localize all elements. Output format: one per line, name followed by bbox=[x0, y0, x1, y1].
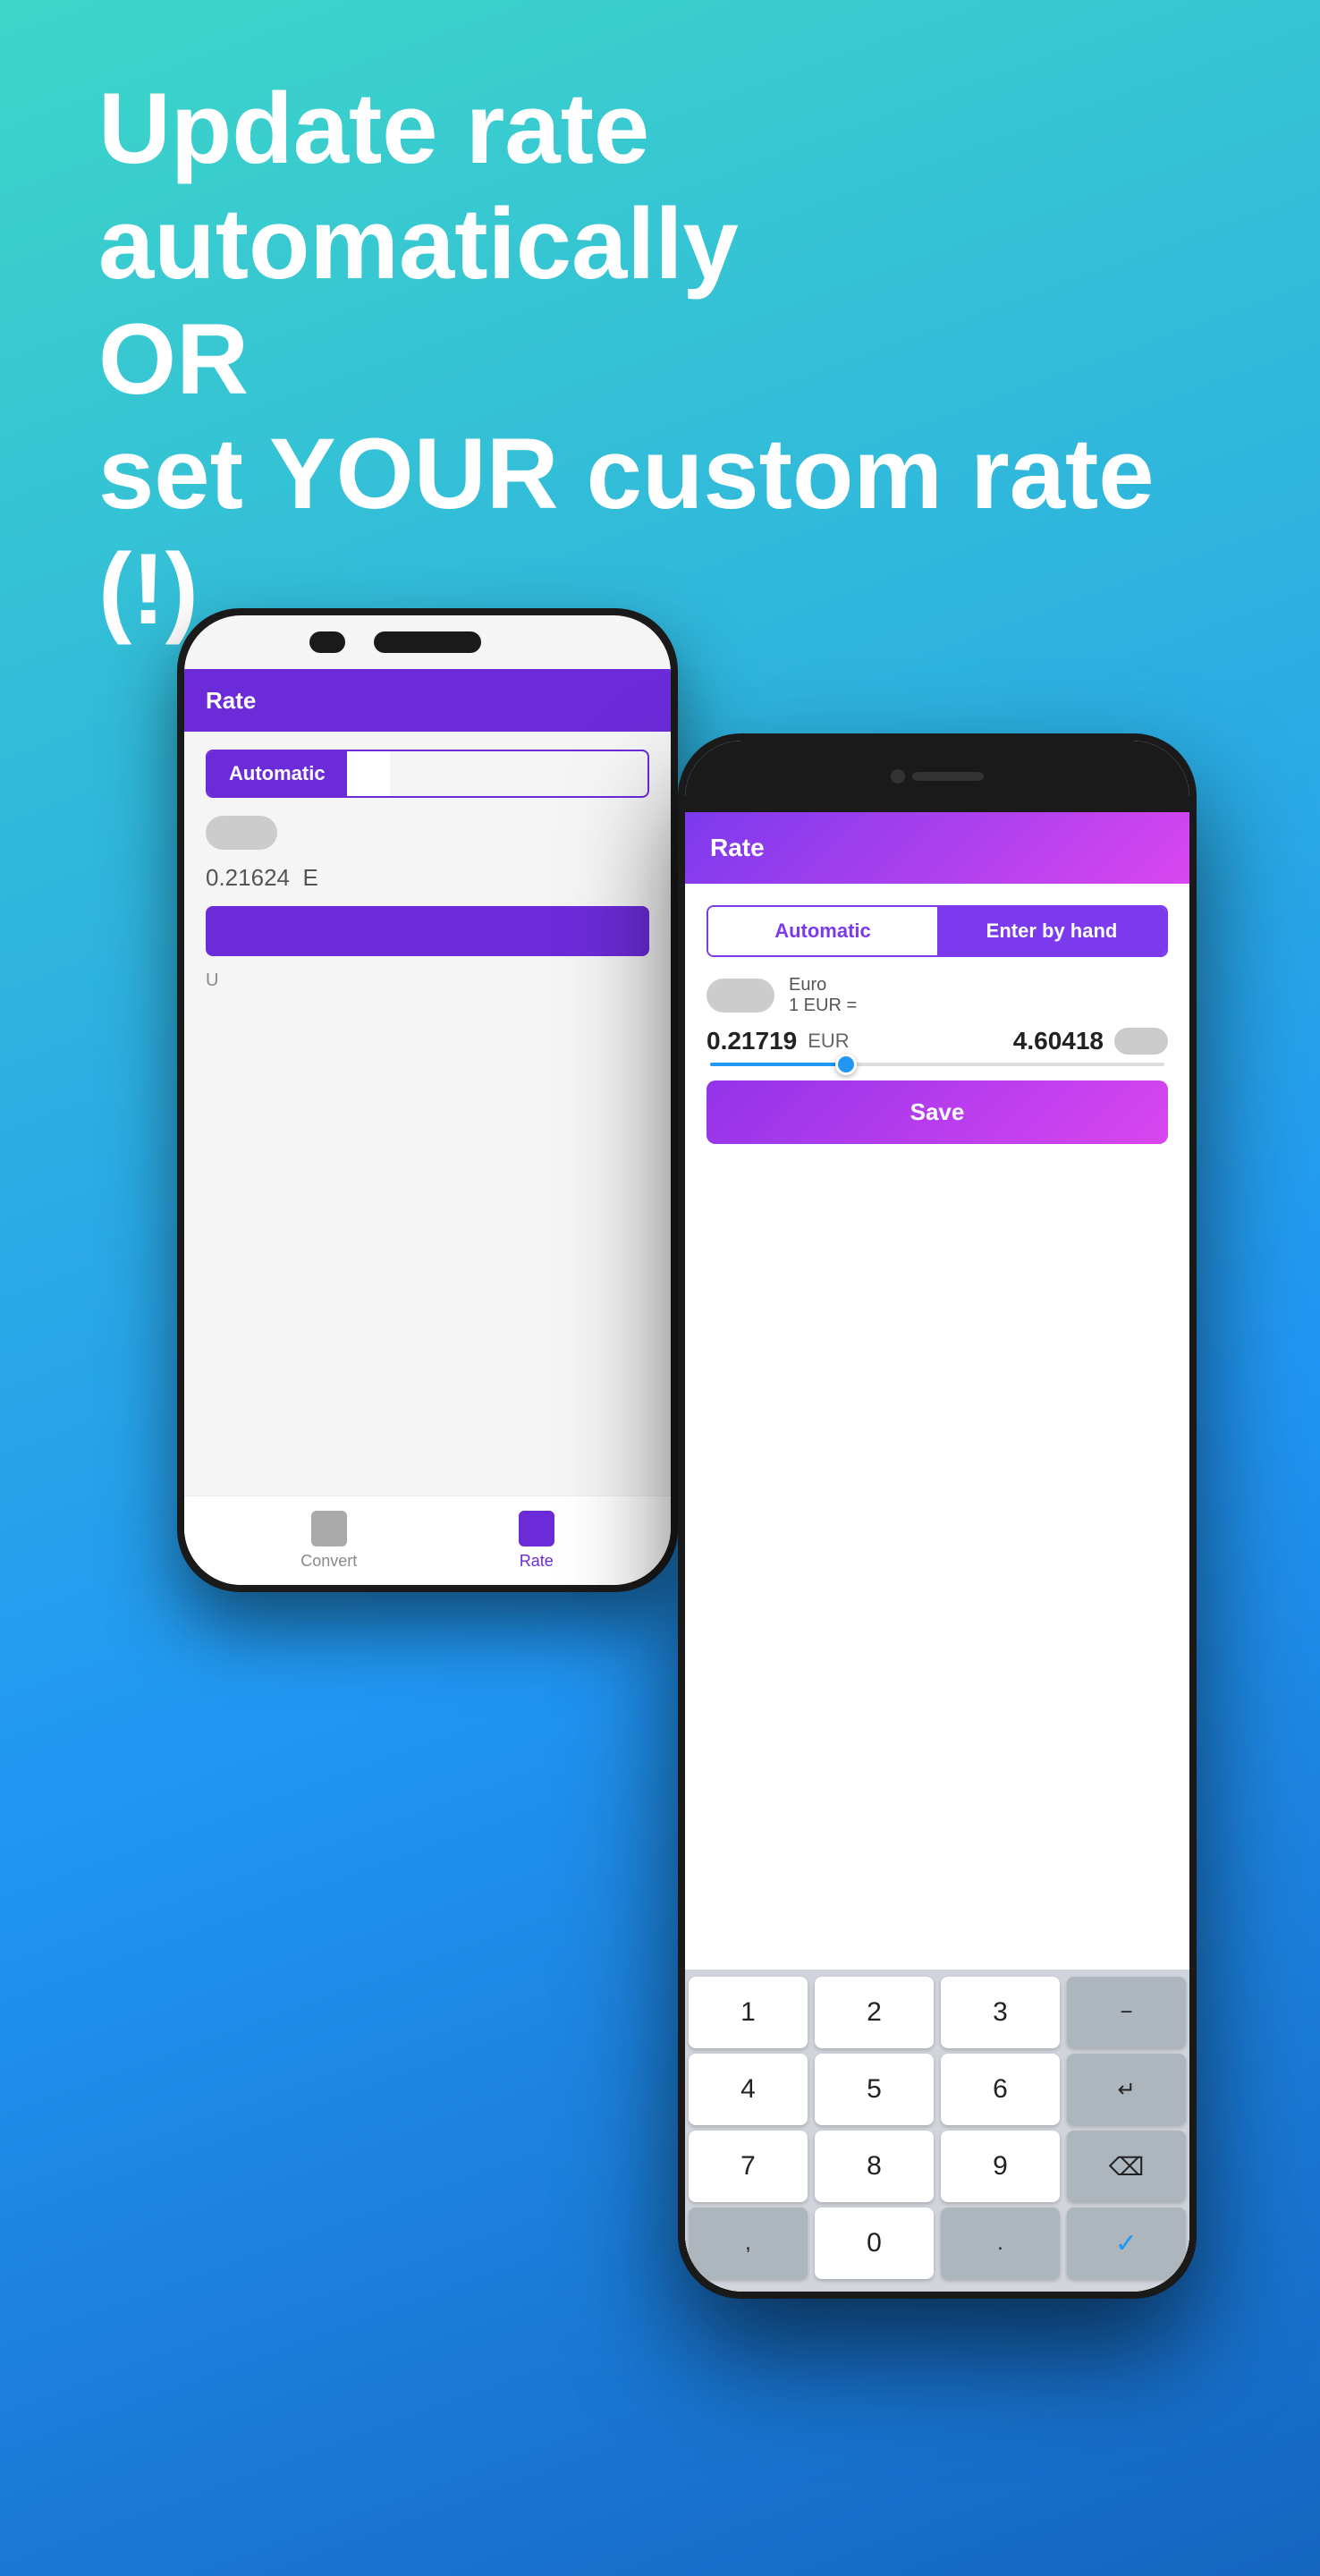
back-tab-auto[interactable]: Automatic bbox=[207, 751, 347, 796]
rate-value-right: 4.60418 bbox=[860, 1027, 1104, 1055]
key-2[interactable]: 2 bbox=[815, 1977, 934, 2048]
key-3[interactable]: 3 bbox=[941, 1977, 1060, 2048]
phone-back-inner: Rate Automatic 0.21624 E U bbox=[184, 615, 671, 1585]
key-9[interactable]: 9 bbox=[941, 2131, 1060, 2202]
back-tab-manual[interactable] bbox=[347, 751, 390, 796]
back-tabs: Automatic bbox=[206, 750, 649, 798]
currency-eq: 1 EUR = bbox=[789, 996, 857, 1016]
rate-info-row: Euro 1 EUR = bbox=[707, 975, 1168, 1016]
keyboard-row-4: , 0 . ✓ bbox=[685, 2207, 1189, 2279]
key-backspace[interactable]: ⌫ bbox=[1067, 2131, 1186, 2202]
rate-value-left: 0.21719 bbox=[707, 1027, 797, 1055]
front-notch-area bbox=[685, 741, 1189, 812]
slider-fill bbox=[710, 1063, 846, 1066]
keyboard-row-3: 7 8 9 ⌫ bbox=[685, 2131, 1189, 2202]
back-screen: Rate Automatic 0.21624 E U bbox=[184, 669, 671, 1585]
back-nav-rate[interactable]: Rate bbox=[519, 1511, 554, 1571]
tab-enter-by-hand[interactable]: Enter by hand bbox=[937, 907, 1166, 955]
slider-thumb[interactable] bbox=[835, 1054, 857, 1075]
convert-icon bbox=[311, 1511, 347, 1546]
rate-title: Rate bbox=[710, 834, 765, 862]
save-button[interactable]: Save bbox=[707, 1080, 1168, 1144]
phone-front: Rate Automatic Enter by hand Euro 1 EU bbox=[678, 733, 1197, 2299]
phone-front-inner: Rate Automatic Enter by hand Euro 1 EU bbox=[685, 741, 1189, 2292]
slider-track bbox=[710, 1063, 1164, 1066]
front-camera-dot bbox=[891, 769, 905, 784]
keyboard-row-1: 1 2 3 − bbox=[685, 1977, 1189, 2048]
key-0[interactable]: 0 bbox=[815, 2207, 934, 2279]
rate-values-row: 0.21719 EUR 4.60418 bbox=[707, 1027, 1168, 1055]
rate-content: Automatic Enter by hand Euro 1 EUR = 0.2… bbox=[685, 884, 1189, 1144]
key-1[interactable]: 1 bbox=[689, 1977, 808, 2048]
rate-slider[interactable] bbox=[707, 1063, 1168, 1066]
front-speaker bbox=[912, 772, 984, 781]
key-minus[interactable]: − bbox=[1067, 1977, 1186, 2048]
front-screen: Rate Automatic Enter by hand Euro 1 EU bbox=[685, 812, 1189, 2292]
keyboard-row-2: 4 5 6 ↵ bbox=[685, 2054, 1189, 2125]
back-toggle[interactable] bbox=[206, 816, 277, 850]
key-comma[interactable]: , bbox=[689, 2207, 808, 2279]
key-confirm[interactable]: ✓ bbox=[1067, 2207, 1186, 2279]
rate-label: Rate bbox=[520, 1552, 554, 1571]
back-camera bbox=[309, 631, 345, 653]
rate-toggle-right[interactable] bbox=[1114, 1028, 1168, 1055]
key-4[interactable]: 4 bbox=[689, 2054, 808, 2125]
currency-info: Euro 1 EUR = bbox=[789, 975, 857, 1016]
key-6[interactable]: 6 bbox=[941, 2054, 1060, 2125]
phone-back: Rate Automatic 0.21624 E U bbox=[177, 608, 678, 1592]
rate-icon bbox=[519, 1511, 554, 1546]
tab-automatic[interactable]: Automatic bbox=[708, 907, 937, 955]
hero-section: Update rate automatically OR set YOUR cu… bbox=[98, 72, 1222, 648]
back-nav-convert[interactable]: Convert bbox=[300, 1511, 357, 1571]
rate-tabs: Automatic Enter by hand bbox=[707, 905, 1168, 957]
back-value: 0.21624 E bbox=[206, 864, 649, 892]
key-8[interactable]: 8 bbox=[815, 2131, 934, 2202]
phones-container: Rate Automatic 0.21624 E U bbox=[123, 608, 1197, 2308]
back-topbar: Rate bbox=[184, 669, 671, 732]
back-title: Rate bbox=[206, 687, 256, 715]
back-bottom-nav: Convert Rate bbox=[184, 1496, 671, 1585]
hero-title: Update rate automatically OR set YOUR cu… bbox=[98, 72, 1222, 648]
back-save-btn[interactable] bbox=[206, 906, 649, 956]
back-update-text: U bbox=[206, 970, 649, 991]
key-5[interactable]: 5 bbox=[815, 2054, 934, 2125]
back-content: Automatic 0.21624 E U bbox=[184, 732, 671, 1009]
rate-toggle-switch[interactable] bbox=[707, 979, 774, 1013]
key-7[interactable]: 7 bbox=[689, 2131, 808, 2202]
key-period[interactable]: . bbox=[941, 2207, 1060, 2279]
back-notch bbox=[374, 631, 481, 653]
currency-name: Euro bbox=[789, 975, 857, 996]
rate-unit: EUR bbox=[808, 1030, 849, 1053]
convert-label: Convert bbox=[300, 1552, 357, 1571]
key-return[interactable]: ↵ bbox=[1067, 2054, 1186, 2125]
rate-topbar: Rate bbox=[685, 812, 1189, 884]
keyboard: 1 2 3 − 4 5 6 ↵ 7 8 bbox=[685, 1970, 1189, 2292]
